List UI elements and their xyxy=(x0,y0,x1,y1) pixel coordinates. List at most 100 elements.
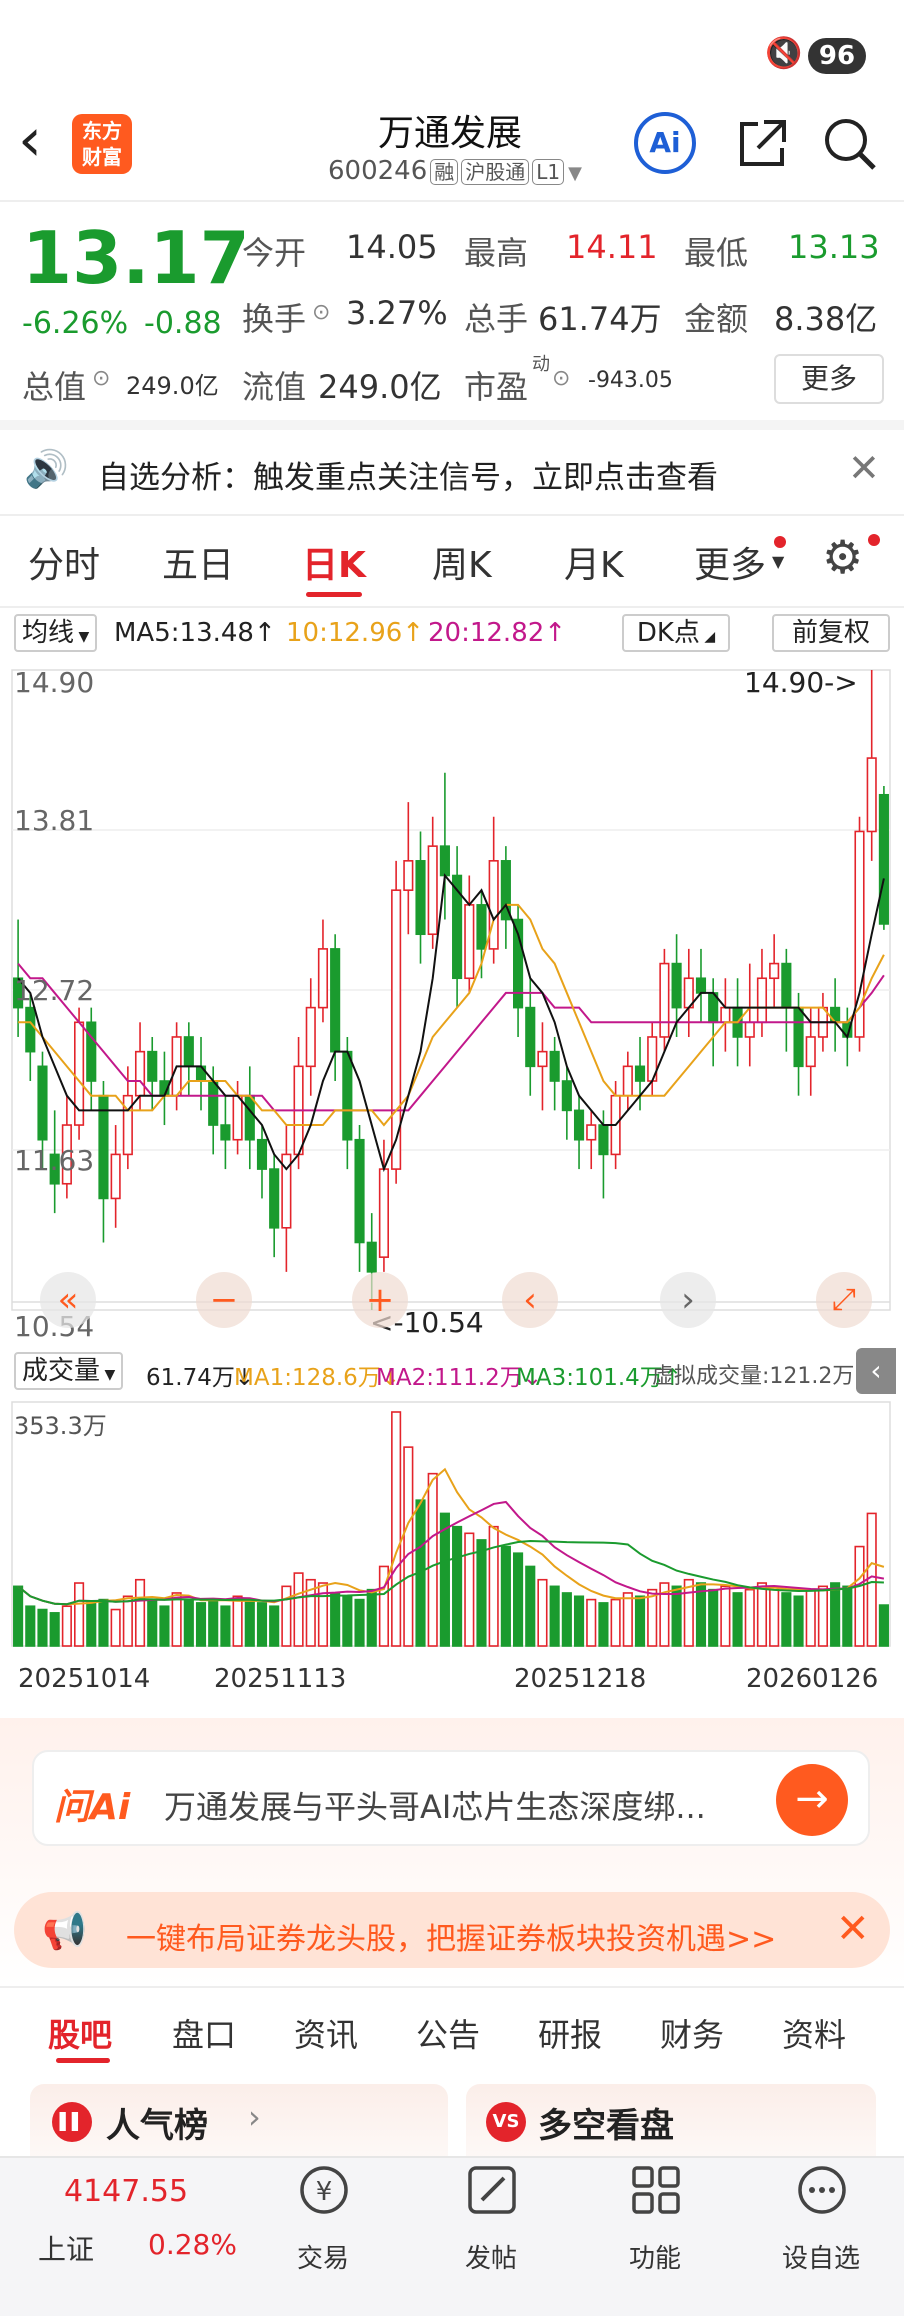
scroll-left-far-button[interactable]: « xyxy=(40,1272,96,1328)
tab-forum[interactable]: 股吧 xyxy=(48,2010,112,2056)
tag-level: L1 xyxy=(532,158,565,185)
info-icon[interactable]: ⊙ xyxy=(312,300,330,325)
search-icon[interactable] xyxy=(820,114,880,174)
tab-news[interactable]: 资讯 xyxy=(294,2010,358,2056)
volume-bar xyxy=(74,1582,85,1647)
ma10-value: 10:12.96↑ xyxy=(286,618,425,648)
vol-virtual: 虚拟成交量:121.2万 xyxy=(652,1364,855,1389)
price-label-3: 12.72 xyxy=(14,974,95,1007)
volume-bar xyxy=(744,1588,755,1647)
stock-code-line[interactable]: 600246 融沪股通 L1 ▼ xyxy=(300,156,610,186)
fullscreen-button[interactable]: ⤢ xyxy=(816,1272,872,1328)
dropdown-icon: ▼ xyxy=(568,163,582,184)
candle-body xyxy=(659,962,670,1038)
ai-go-button[interactable]: → xyxy=(776,1764,848,1836)
post-icon[interactable] xyxy=(462,2160,522,2220)
tab-monthly-k[interactable]: 月K xyxy=(564,536,624,588)
volume-bar xyxy=(708,1588,719,1647)
nav-functions[interactable]: 功能 xyxy=(600,2238,710,2275)
volume-bar xyxy=(573,1595,585,1647)
volume-bar xyxy=(439,1512,450,1647)
volume-bar xyxy=(500,1545,511,1647)
volume-bar xyxy=(208,1598,219,1647)
ma-type-select[interactable]: 均线 ▼ xyxy=(14,614,98,652)
candle-body xyxy=(695,977,707,994)
candle-body xyxy=(354,1138,365,1244)
volume-bar xyxy=(854,1545,865,1647)
volume-bar xyxy=(220,1605,231,1647)
volume-bar xyxy=(391,1411,402,1647)
zoom-out-button[interactable]: − xyxy=(196,1272,252,1328)
promo-close-icon[interactable]: ✕ xyxy=(836,1906,870,1952)
volume-bar xyxy=(598,1602,609,1647)
tab-daily-k[interactable]: 日K xyxy=(302,536,366,588)
tab-more[interactable]: 更多 xyxy=(694,536,766,588)
low-value: 13.13 xyxy=(788,228,880,266)
tab-orderbook[interactable]: 盘口 xyxy=(172,2010,236,2056)
ai-icon[interactable]: Ai xyxy=(634,112,696,174)
info-icon[interactable]: ⊙ xyxy=(552,366,570,391)
tab-weekly-k[interactable]: 周K xyxy=(432,536,492,588)
megaphone-icon: 📢 xyxy=(42,1911,87,1952)
notice-text[interactable]: 自选分析：触发重点关注信号，立即点击查看 xyxy=(98,452,718,497)
candle-body xyxy=(537,1050,548,1068)
volume-bar xyxy=(513,1552,524,1647)
watchlist-icon[interactable] xyxy=(792,2160,852,2220)
tab-intraday[interactable]: 分时 xyxy=(28,536,100,588)
volume-bar xyxy=(634,1595,646,1647)
high-value: 14.11 xyxy=(566,228,658,266)
candle-body xyxy=(256,1138,268,1170)
stock-title: 万通发展 xyxy=(377,113,522,154)
volume-chart[interactable] xyxy=(0,1396,904,1652)
share-icon[interactable] xyxy=(734,116,790,172)
tab-profile[interactable]: 资料 xyxy=(782,2010,846,2056)
settings-icon[interactable]: ⚙ xyxy=(822,530,863,584)
volume-bar xyxy=(476,1539,487,1647)
svg-text:¥: ¥ xyxy=(316,2177,333,2207)
tab-announcements[interactable]: 公告 xyxy=(416,2010,480,2056)
more-dropdown-icon: ▼ xyxy=(772,552,785,571)
battery-badge: 96 xyxy=(808,38,866,74)
vs-icon: VS xyxy=(486,2102,526,2142)
candle-body xyxy=(269,1168,280,1229)
candle-body xyxy=(147,1050,158,1082)
tab-financials[interactable]: 财务 xyxy=(660,2010,724,2056)
tab-five-day[interactable]: 五日 xyxy=(162,536,234,588)
adjust-button[interactable]: 前复权 xyxy=(772,614,890,652)
scroll-left-button[interactable]: ‹ xyxy=(502,1272,558,1328)
candle-body xyxy=(622,1065,633,1097)
volume-bar xyxy=(830,1582,841,1647)
section-gap xyxy=(0,420,904,430)
ai-logo: 问Ai xyxy=(54,1787,131,1828)
zoom-in-button[interactable]: + xyxy=(352,1272,408,1328)
nav-post[interactable]: 发帖 xyxy=(436,2238,546,2275)
volume-bar xyxy=(330,1592,341,1647)
price-change: -0.88 xyxy=(144,306,222,341)
vol-type-select[interactable]: 成交量 ▼ xyxy=(14,1352,124,1390)
collapse-button[interactable]: ‹ xyxy=(856,1348,896,1394)
index-name: 上证 xyxy=(38,2233,95,2266)
float-label: 流值 xyxy=(242,368,307,406)
back-icon[interactable]: ‹ xyxy=(18,110,42,170)
ai-question: 万通发展与平头哥AI芯片生态深度绑... xyxy=(164,1788,706,1826)
index-value[interactable]: 4147.55 xyxy=(64,2174,188,2209)
candle-body xyxy=(805,1036,816,1068)
tab-research[interactable]: 研报 xyxy=(538,2010,602,2056)
volume-bar xyxy=(232,1595,243,1647)
nav-trade[interactable]: 交易 xyxy=(268,2238,378,2275)
trade-icon[interactable]: ¥ xyxy=(294,2160,354,2220)
kline-chart[interactable] xyxy=(0,660,904,1342)
dk-button[interactable]: DK点 ◢ xyxy=(622,614,730,652)
speaker-icon: 🔊 xyxy=(24,449,69,490)
promo-banner[interactable]: 📢 一键布局证券龙头股，把握证券板块投资机遇>> ✕ xyxy=(14,1892,890,1968)
nav-add-watchlist[interactable]: 设自选 xyxy=(766,2238,876,2275)
functions-icon[interactable] xyxy=(626,2160,686,2220)
more-button[interactable]: 更多 xyxy=(774,354,884,404)
float-value: 249.0亿 xyxy=(318,368,442,406)
volume-bar xyxy=(781,1592,792,1647)
ai-search-box[interactable]: 问Ai 万通发展与平头哥AI芯片生态深度绑... → xyxy=(32,1750,870,1846)
candle-body xyxy=(464,904,475,980)
scroll-right-button[interactable]: › xyxy=(660,1272,716,1328)
info-icon[interactable]: ⊙ xyxy=(92,366,110,391)
close-icon[interactable]: ✕ xyxy=(848,446,880,490)
